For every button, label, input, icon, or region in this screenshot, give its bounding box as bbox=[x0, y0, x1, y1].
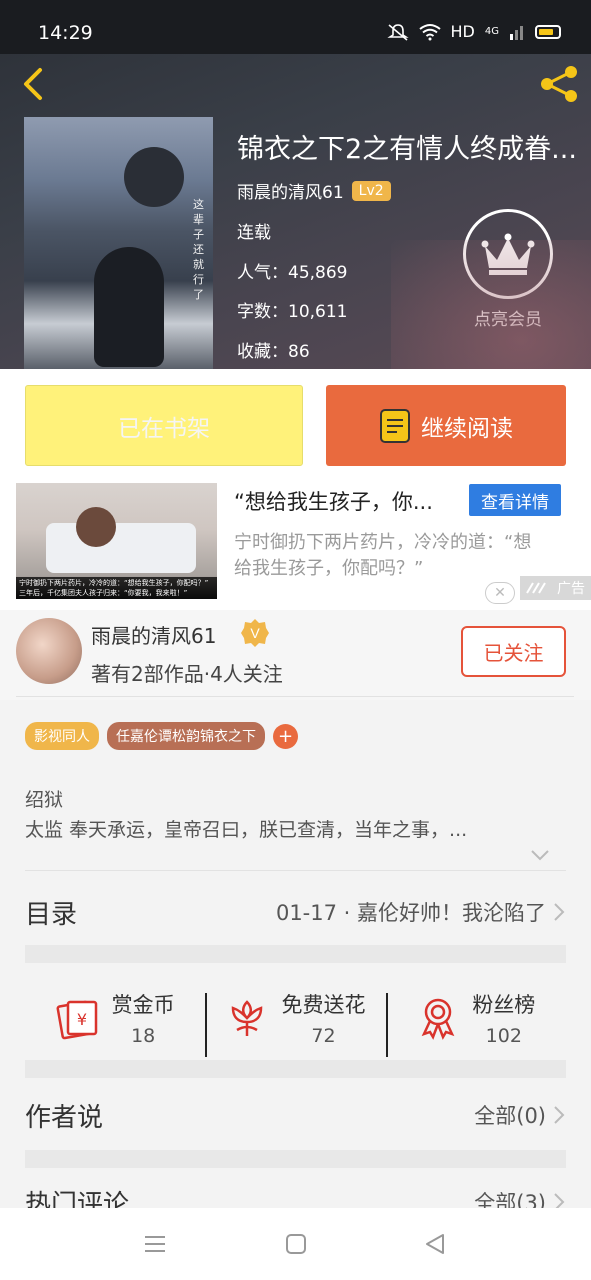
book-favorites: 收藏：86 bbox=[237, 337, 310, 362]
back-nav-icon[interactable] bbox=[423, 1232, 447, 1256]
ad-description: 宁时御扔下两片药片，冷冷的道：“想给我生孩子，你配吗？” bbox=[234, 532, 532, 579]
menu-icon[interactable] bbox=[143, 1232, 167, 1256]
words-value: 10,611 bbox=[288, 302, 348, 322]
red-envelope-icon: ¥ bbox=[56, 1000, 97, 1040]
popularity-label: 人气： bbox=[237, 263, 288, 283]
chevron-right-icon bbox=[554, 1106, 565, 1124]
follow-button[interactable]: 已关注 bbox=[461, 626, 566, 677]
tag-list: 影视同人 任嘉伦谭松韵锦衣之下 + bbox=[25, 722, 298, 750]
home-icon[interactable] bbox=[284, 1232, 308, 1256]
continue-reading-button[interactable]: 继续阅读 bbox=[326, 385, 566, 466]
fan-ranking-button[interactable]: 粉丝榜 102 bbox=[385, 989, 566, 1057]
ad-logo-icon bbox=[526, 582, 546, 594]
section-separator bbox=[25, 1150, 566, 1168]
send-flower-button[interactable]: 免费送花 72 bbox=[205, 989, 385, 1057]
book-word-count: 字数：10,611 bbox=[237, 297, 347, 322]
battery-icon bbox=[535, 24, 561, 39]
vip-badge bbox=[463, 209, 553, 299]
crown-icon bbox=[481, 233, 535, 275]
status-bar: 14:29 HD 4G bbox=[0, 0, 591, 54]
back-icon[interactable] bbox=[14, 62, 54, 106]
add-tag-icon[interactable]: + bbox=[273, 723, 298, 749]
ad-image[interactable]: 宁时御扔下两片药片，冷冷的道：“想给我生孩子，你配吗？” 三年后，千亿集团夫人孩… bbox=[16, 483, 217, 599]
status-icons: HD 4G bbox=[386, 22, 561, 41]
author-stats: 著有2部作品·4人关注 bbox=[91, 662, 283, 686]
book-author-row: 雨晨的清风61 Lv2 bbox=[237, 178, 391, 203]
signal-label: 4G bbox=[484, 26, 499, 37]
section-separator bbox=[25, 1060, 566, 1078]
reward-label: 免费送花 bbox=[281, 993, 366, 1017]
reward-bar: ¥ 赏金币 18 免费送花 72 粉丝榜 102 bbox=[25, 963, 566, 1073]
latest-chapter: 01-17 · 嘉伦好帅！我沦陷了 bbox=[275, 901, 546, 925]
reward-label: 粉丝榜 bbox=[472, 993, 536, 1017]
medal-icon bbox=[421, 998, 455, 1040]
ad-close-icon[interactable]: ✕ bbox=[485, 582, 515, 604]
in-bookshelf-button[interactable]: 已在书架 bbox=[25, 385, 303, 466]
words-label: 字数： bbox=[237, 302, 288, 322]
vip-label: 点亮会员 bbox=[474, 310, 542, 330]
ad-title[interactable]: “想给我生孩子，你... bbox=[234, 486, 433, 516]
system-nav-bar bbox=[0, 1208, 591, 1280]
toc-label: 目录 bbox=[25, 899, 78, 930]
svg-text:¥: ¥ bbox=[77, 1010, 87, 1029]
divider bbox=[25, 870, 566, 871]
ad-image-caption: 宁时御扔下两片药片，冷冷的道：“想给我生孩子，你配吗？” 三年后，千亿集团夫人孩… bbox=[16, 577, 217, 599]
wifi-icon bbox=[418, 23, 441, 40]
tag-chip[interactable]: 任嘉伦谭松韵锦衣之下 bbox=[107, 722, 265, 750]
reward-label: 赏金币 bbox=[111, 993, 175, 1017]
signal-icon bbox=[510, 25, 523, 40]
reward-count: 72 bbox=[311, 1025, 336, 1047]
flower-icon bbox=[232, 1000, 263, 1036]
book-title: 锦衣之下2之有情人终成眷... bbox=[237, 134, 577, 165]
share-icon[interactable] bbox=[537, 62, 581, 106]
cover-text: 这辈子还就行了 bbox=[193, 198, 204, 301]
vip-button[interactable]: 点亮会员 bbox=[463, 209, 553, 330]
ad-details-button[interactable]: 查看详情 bbox=[469, 484, 561, 516]
author-says-row[interactable]: 作者说 全部(0) bbox=[25, 1083, 566, 1147]
author-name[interactable]: 雨晨的清风61 bbox=[91, 620, 216, 649]
ad-tag: 广告 bbox=[520, 576, 591, 600]
mute-icon bbox=[386, 23, 409, 41]
status-time: 14:29 bbox=[38, 22, 93, 44]
section-separator bbox=[25, 945, 566, 963]
description-title: 绍狱 bbox=[25, 789, 64, 811]
popularity-value: 45,869 bbox=[288, 263, 348, 283]
verified-badge-icon: V bbox=[241, 619, 269, 647]
level-badge: Lv2 bbox=[351, 180, 391, 201]
reward-coins-button[interactable]: ¥ 赏金币 18 bbox=[25, 989, 205, 1047]
reward-count: 102 bbox=[485, 1025, 522, 1047]
author-card[interactable]: 雨晨的清风61 V 著有2部作品·4人关注 已关注 bbox=[0, 610, 591, 700]
network-label: HD bbox=[450, 22, 475, 41]
favorites-value: 86 bbox=[288, 342, 310, 362]
svg-text:V: V bbox=[250, 625, 260, 641]
favorites-label: 收藏： bbox=[237, 342, 288, 362]
ad-tag-label: 广告 bbox=[557, 581, 585, 597]
reward-count: 18 bbox=[131, 1025, 156, 1047]
book-icon bbox=[380, 408, 410, 443]
book-author[interactable]: 雨晨的清风61 bbox=[237, 178, 344, 203]
cover-figure bbox=[94, 247, 164, 367]
continue-reading-label: 继续阅读 bbox=[421, 415, 513, 442]
book-cover[interactable]: 这辈子还就行了 bbox=[24, 117, 213, 369]
table-of-contents-row[interactable]: 目录 01-17 · 嘉伦好帅！我沦陷了 bbox=[25, 880, 566, 944]
chevron-right-icon bbox=[554, 903, 565, 921]
ad-image-person bbox=[76, 507, 116, 547]
book-popularity: 人气：45,869 bbox=[237, 258, 347, 283]
chevron-down-icon[interactable] bbox=[530, 848, 550, 862]
cover-figure bbox=[124, 147, 184, 207]
ad-image-bed bbox=[46, 523, 196, 573]
tag-chip[interactable]: 影视同人 bbox=[25, 722, 99, 750]
author-says-all: 全部(0) bbox=[474, 1104, 546, 1128]
book-header: 14:29 HD 4G 这辈子还就行了 锦衣之下2之有情人终成眷... 雨晨的清… bbox=[0, 0, 591, 369]
action-bar: 已在书架 继续阅读 bbox=[0, 369, 591, 480]
book-status: 连载 bbox=[237, 223, 271, 243]
divider bbox=[16, 696, 574, 697]
ad-banner[interactable]: 宁时御扔下两片药片，冷冷的道：“想给我生孩子，你配吗？” 三年后，千亿集团夫人孩… bbox=[0, 480, 591, 610]
description-text[interactable]: 太监 奉天承运，皇帝召曰，朕已查清，当年之事，... bbox=[25, 815, 560, 842]
avatar[interactable] bbox=[16, 618, 82, 684]
author-says-title: 作者说 bbox=[25, 1102, 104, 1133]
